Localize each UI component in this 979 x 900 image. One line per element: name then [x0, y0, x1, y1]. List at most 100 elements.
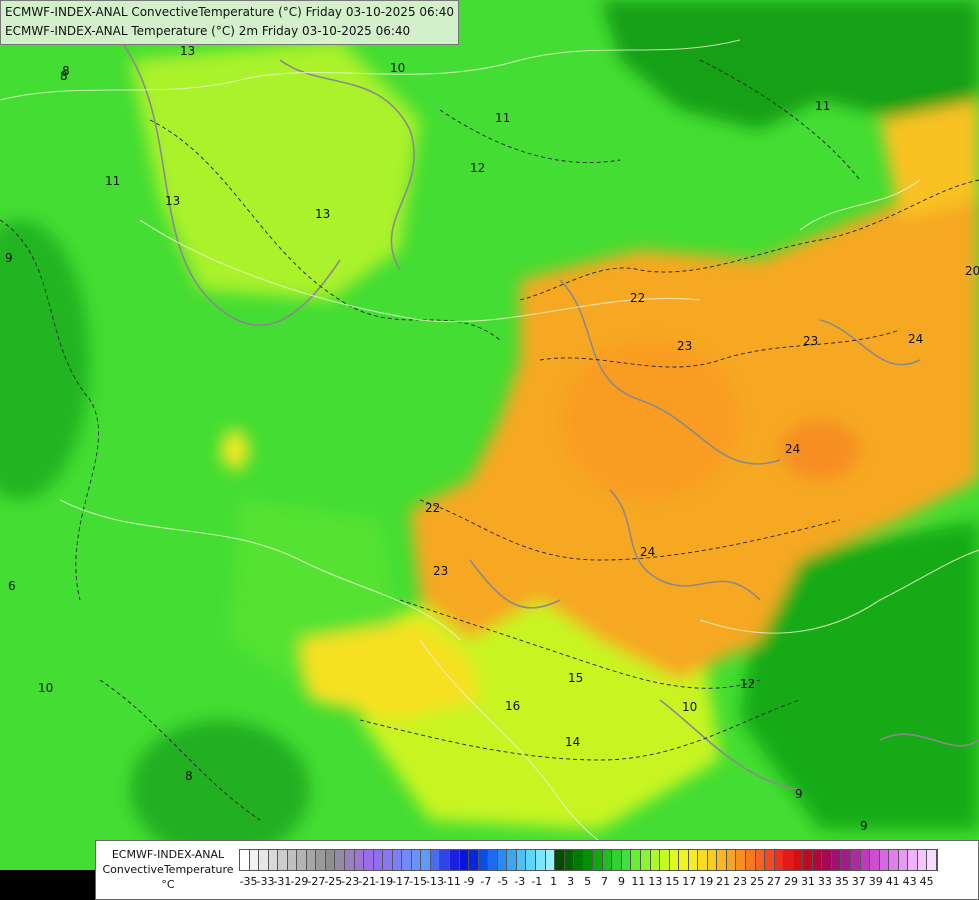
- legend-model: ECMWF-INDEX-ANAL: [111, 848, 225, 861]
- contour-value-label: 13: [180, 44, 195, 58]
- legend-tick-label: -3: [514, 875, 526, 888]
- legend-swatch: [650, 850, 661, 870]
- legend-tick-label: -29: [290, 875, 309, 888]
- contour-value-label: 12: [740, 677, 755, 691]
- legend-swatch: [325, 850, 336, 870]
- legend-swatch: [908, 850, 918, 870]
- legend-swatch: [803, 850, 813, 870]
- legend-swatch: [583, 850, 594, 870]
- contour-value-label: 13: [315, 207, 330, 221]
- legend-tick-label: 29: [783, 875, 798, 888]
- legend-swatch: [765, 850, 775, 870]
- contour-value-label: 23: [433, 564, 448, 578]
- legend-swatch: [459, 850, 470, 870]
- legend-swatch: [268, 850, 279, 870]
- legend-swatch: [335, 850, 346, 870]
- legend-swatch: [564, 850, 575, 870]
- legend-tick-label: -31: [273, 875, 292, 888]
- legend-tick-label: -27: [307, 875, 326, 888]
- legend-swatch: [488, 850, 498, 870]
- legend-tick-label: 5: [584, 875, 592, 888]
- legend-swatch: [660, 850, 670, 870]
- contour-value-label: 24: [785, 442, 800, 456]
- legend-tick-label: 33: [817, 875, 832, 888]
- legend-tick-label: 43: [902, 875, 917, 888]
- contour-value-label: 12: [470, 161, 485, 175]
- legend-swatch: [440, 850, 451, 870]
- weather-map: 13108111213111392223 23242422232420151416…: [0, 0, 979, 900]
- legend-tick-label: 23: [733, 875, 748, 888]
- legend-swatch: [831, 850, 842, 870]
- legend-swatch: [421, 850, 431, 870]
- legend-swatch: [507, 850, 517, 870]
- legend-swatch: [822, 850, 832, 870]
- contour-value-label: 9: [5, 251, 13, 265]
- contour-value-label: 24: [640, 545, 655, 559]
- legend-tick-label: -15: [409, 875, 428, 888]
- legend-swatch: [717, 850, 727, 870]
- legend-swatch: [726, 850, 737, 870]
- title-line-temperature: ECMWF-INDEX-ANAL Temperature (°C) 2m Fri…: [5, 24, 411, 38]
- legend-swatch: [411, 850, 422, 870]
- legend-swatch: [602, 850, 613, 870]
- contour-value-label: 22: [630, 291, 645, 305]
- legend-swatch: [851, 850, 861, 870]
- legend-swatch: [392, 850, 403, 870]
- contour-value-label: 11: [105, 174, 120, 188]
- color-legend: ECMWF-INDEX-ANAL ConvectiveTemperature °…: [95, 840, 979, 900]
- legend-tick-label: 15: [665, 875, 680, 888]
- legend-tick-label: -11: [442, 875, 461, 888]
- legend-tick-label: 31: [800, 875, 815, 888]
- legend-tick-label: 11: [631, 875, 646, 888]
- legend-tick-label: -19: [375, 875, 394, 888]
- contour-value-label: 23: [803, 334, 818, 348]
- legend-swatch: [249, 850, 260, 870]
- contour-value-label: 22: [425, 501, 440, 515]
- legend-tick-label: 27: [767, 875, 782, 888]
- contour-value-label: 11: [495, 111, 510, 125]
- legend-swatch: [774, 850, 785, 870]
- legend-swatch: [535, 850, 546, 870]
- contour-value-label: 11: [815, 99, 830, 113]
- legend-label: ECMWF-INDEX-ANAL ConvectiveTemperature °…: [100, 847, 236, 892]
- contour-value-label: 20: [965, 264, 979, 278]
- legend-tick-label: 45: [919, 875, 934, 888]
- legend-tick-label: 9: [617, 875, 625, 888]
- contour-value-label: 16: [505, 699, 520, 713]
- contour-value-label: 24: [908, 332, 923, 346]
- legend-tick-label: -7: [480, 875, 492, 888]
- legend-swatch: [297, 850, 307, 870]
- legend-swatch: [259, 850, 269, 870]
- legend-swatch: [698, 850, 708, 870]
- legend-ticks: -35 -33 -31 -29 -27 -25 -23 -21 -19 -17 -15 -13 -11-…: [239, 875, 974, 889]
- title-line-convective: ECMWF-INDEX-ANAL ConvectiveTemperature (…: [5, 5, 454, 19]
- legend-swatch: [402, 850, 412, 870]
- contour-value-label: 13: [165, 194, 180, 208]
- legend-swatch: [478, 850, 489, 870]
- legend-swatch: [755, 850, 766, 870]
- legend-swatch: [793, 850, 804, 870]
- legend-tick-label: 35: [834, 875, 849, 888]
- contour-value-label: 23: [677, 339, 692, 353]
- legend-parameter: ConvectiveTemperature: [102, 863, 234, 876]
- legend-swatch: [889, 850, 899, 870]
- legend-swatch: [612, 850, 622, 870]
- legend-tick-label: -35: [239, 875, 258, 888]
- legend-swatch: [745, 850, 756, 870]
- legend-tick-label: -1: [531, 875, 543, 888]
- legend-swatch: [516, 850, 527, 870]
- legend-swatch: [430, 850, 441, 870]
- legend-swatch: [688, 850, 699, 870]
- legend-tick-label: 19: [699, 875, 714, 888]
- contour-value-label: 10: [390, 61, 405, 75]
- legend-swatch: [278, 850, 288, 870]
- legend-swatch: [526, 850, 536, 870]
- contour-value-label: 8: [185, 769, 193, 783]
- legend-swatch: [574, 850, 584, 870]
- contour-value-label: 9: [860, 819, 868, 833]
- legend-tick-label: 1: [550, 875, 558, 888]
- legend-swatch: [812, 850, 823, 870]
- contour-value-label: 15: [568, 671, 583, 685]
- legend-tick-label: 37: [851, 875, 866, 888]
- legend-swatch: [640, 850, 651, 870]
